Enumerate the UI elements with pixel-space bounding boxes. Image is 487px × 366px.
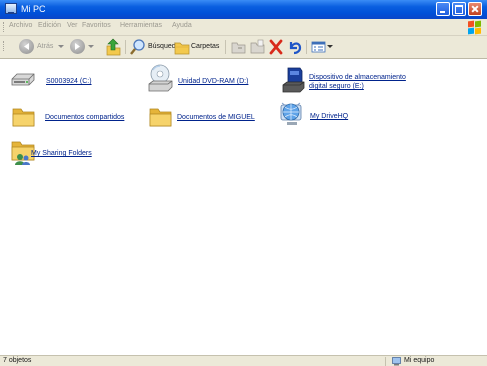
menu-archivo[interactable]: Archivo — [9, 22, 32, 29]
miguel-documents-item[interactable]: Documentos de MIGUEL — [149, 104, 279, 130]
file-list-view[interactable]: S0003924 (C:) Unidad DVD-RAM (D:) Dispos… — [0, 59, 487, 355]
status-location: Mi equipo — [404, 357, 435, 364]
maximize-button[interactable] — [452, 2, 466, 16]
menu-edicion[interactable]: Edición — [38, 22, 61, 29]
minimize-button[interactable] — [436, 2, 450, 16]
drive-d-label: Unidad DVD-RAM (D:) — [178, 78, 249, 85]
folders-icon[interactable] — [174, 38, 190, 56]
window-title: Mi PC — [21, 4, 46, 14]
move-to-icon[interactable] — [230, 38, 247, 56]
undo-icon[interactable] — [287, 38, 303, 56]
sharing-folders-item[interactable]: My Sharing Folders — [10, 137, 120, 167]
menu-herramientas[interactable]: Herramientas — [120, 22, 162, 29]
status-separator — [385, 357, 386, 366]
network-globe-icon — [280, 102, 302, 125]
drive-c-item[interactable]: S0003924 (C:) — [10, 70, 130, 92]
folder-icon — [149, 108, 172, 127]
toolbar-grip — [3, 41, 6, 51]
forward-arrow-icon — [75, 43, 80, 50]
my-computer-status-icon — [392, 357, 401, 366]
menu-grip — [3, 22, 6, 32]
back-label: Atrás — [37, 43, 54, 50]
shared-documents-item[interactable]: Documentos compartidos — [12, 104, 142, 130]
windows-logo-icon — [467, 20, 481, 35]
toolbar-separator — [225, 40, 226, 54]
secure-storage-icon — [282, 67, 305, 93]
hard-drive-icon — [11, 73, 35, 86]
menu-favoritos[interactable]: Favoritos — [82, 22, 111, 29]
title-bar[interactable]: Mi PC — [0, 0, 487, 19]
toolbar: Atrás Búsqueda Carpetas — [0, 36, 487, 59]
sharing-folders-label: My Sharing Folders — [31, 150, 92, 157]
dvd-drive-icon — [148, 64, 173, 92]
close-button[interactable] — [468, 2, 482, 16]
drivehq-label: My DriveHQ — [310, 113, 349, 120]
views-icon[interactable] — [311, 38, 327, 56]
drivehq-item[interactable]: My DriveHQ — [278, 101, 378, 129]
shared-documents-label: Documentos compartidos — [45, 114, 125, 121]
drive-e-label-line1: Dispositivo de almacenamiento — [309, 74, 406, 81]
toolbar-separator — [306, 40, 307, 54]
back-arrow-icon — [24, 43, 29, 50]
menu-bar: Archivo Edición Ver Favoritos Herramient… — [0, 19, 487, 36]
miguel-documents-label: Documentos de MIGUEL — [177, 114, 255, 121]
back-button[interactable] — [19, 39, 34, 54]
up-folder-icon[interactable] — [105, 38, 121, 56]
status-object-count: 7 objetos — [3, 357, 32, 364]
copy-to-icon[interactable] — [249, 38, 266, 56]
folder-icon — [12, 108, 35, 127]
folders-label[interactable]: Carpetas — [191, 43, 219, 50]
forward-button[interactable] — [70, 39, 85, 54]
menu-ayuda[interactable]: Ayuda — [172, 22, 192, 29]
drive-e-label-line2: digital seguro (E:) — [309, 83, 364, 90]
drive-d-item[interactable]: Unidad DVD-RAM (D:) — [148, 64, 278, 94]
search-icon[interactable] — [130, 38, 146, 56]
drive-e-item[interactable]: Dispositivo de almacenamiento digital se… — [282, 66, 422, 96]
delete-icon[interactable] — [268, 38, 284, 56]
menu-ver[interactable]: Ver — [67, 22, 78, 29]
explorer-window: Mi PC Archivo Edición Ver Favoritos Herr… — [0, 0, 487, 366]
status-bar: 7 objetos Mi equipo — [0, 355, 487, 366]
toolbar-separator — [125, 40, 126, 54]
my-computer-icon — [5, 3, 17, 14]
drive-c-label: S0003924 (C:) — [46, 78, 92, 85]
